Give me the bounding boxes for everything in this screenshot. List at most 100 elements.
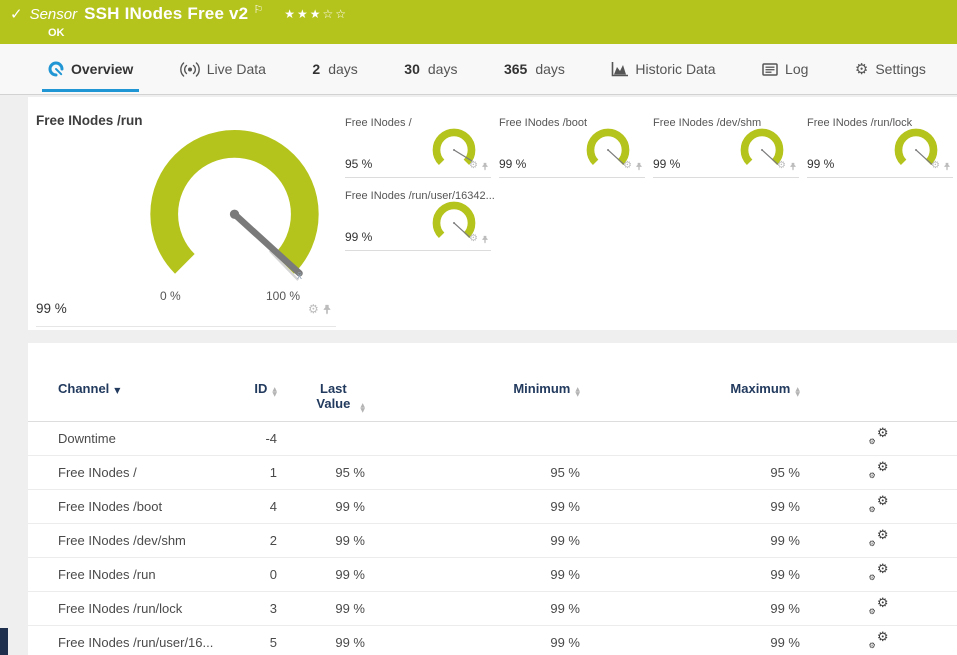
small-gauge-panel: Free INodes / 95 % ⚙ (345, 117, 491, 178)
tab-overview[interactable]: Overview (42, 44, 140, 94)
tab-log[interactable]: Log (756, 44, 814, 94)
channel-gear-icon[interactable]: ⚙ (623, 161, 632, 171)
channel-maximum: 95 % (580, 454, 800, 489)
channel-name[interactable]: Free INodes /dev/shm (28, 522, 233, 557)
tab-label: days (535, 61, 565, 77)
small-gauge-value: 99 % (807, 157, 835, 171)
tab-bar: Overview Live Data 2 days 30 days 365 da… (0, 44, 957, 95)
tab-historic-data[interactable]: Historic Data (605, 44, 721, 94)
channel-settings-icon[interactable]: ⚙ ⚙ (869, 494, 889, 514)
column-header-settings (800, 373, 957, 422)
pin-icon[interactable] (789, 162, 797, 171)
channel-settings-icon[interactable]: ⚙ ⚙ (869, 528, 889, 548)
table-row: Downtime -4 ⚙ ⚙ (28, 420, 957, 455)
channel-minimum: 99 % (365, 522, 580, 557)
tab-number: 2 (312, 61, 321, 77)
sort-icon: ▲ ▼ (575, 386, 580, 398)
channel-last-value: 99 % (277, 624, 365, 655)
tab-2-days[interactable]: 2 days (306, 44, 363, 94)
pin-icon[interactable] (635, 162, 643, 171)
channel-maximum: 99 % (580, 590, 800, 625)
tab-label: Log (785, 61, 809, 77)
sort-desc-icon: ▼ (114, 386, 121, 395)
column-header-minimum[interactable]: Minimum ▲ ▼ (365, 373, 580, 422)
live-icon (179, 61, 200, 77)
sensor-header: ✓ Sensor SSH INodes Free v2 ⚐ ★★★☆☆ OK (0, 0, 957, 44)
channel-minimum: 95 % (365, 454, 580, 489)
small-gauge-panel: Free INodes /run/lock 99 % ⚙ (807, 117, 953, 178)
column-header-last-value[interactable]: Last Value ▲ ▼ (277, 373, 365, 422)
channel-name[interactable]: Downtime (28, 420, 233, 455)
small-gauge-panel: Free INodes /dev/shm 99 % ⚙ (653, 117, 799, 178)
table-row: Free INodes /dev/shm 2 99 % 99 % 99 % ⚙ ⚙ (28, 522, 957, 557)
channel-minimum: 99 % (365, 624, 580, 655)
channel-gear-icon[interactable]: ⚙ (777, 161, 786, 171)
divider (36, 326, 336, 327)
channel-last-value: 99 % (277, 556, 365, 591)
pin-icon[interactable] (943, 162, 951, 171)
channel-maximum: 99 % (580, 624, 800, 655)
flag-icon[interactable]: ⚐ (253, 3, 263, 16)
gauge-scale-max: 100 % (266, 289, 301, 303)
gauge-scale-min: 0 % (160, 289, 181, 303)
tab-live-data[interactable]: Live Data (174, 44, 272, 94)
stars-filled: ★★★ (284, 7, 323, 21)
column-header-id[interactable]: ID ▲ ▼ (233, 373, 277, 422)
sort-icon: ▲ ▼ (795, 386, 800, 398)
channel-last-value (277, 420, 365, 455)
priority-stars[interactable]: ★★★☆☆ (284, 7, 348, 21)
channel-gear-icon[interactable]: ⚙ (469, 234, 478, 244)
sort-icon: ▲ ▼ (272, 386, 277, 398)
channel-settings-icon[interactable]: ⚙ ⚙ (869, 630, 889, 650)
pin-icon[interactable] (481, 162, 489, 171)
channel-name[interactable]: Free INodes /run/lock (28, 590, 233, 625)
gauges-card: Free INodes /run 0 % 100 % x̄ 99 % ⚙ Fre… (28, 97, 957, 330)
historic-icon (612, 61, 629, 76)
main-gauge-title: Free INodes /run (36, 113, 143, 128)
page-corner-strip (0, 628, 8, 655)
tab-label: Overview (71, 61, 134, 77)
table-row: Free INodes / 1 95 % 95 % 95 % ⚙ ⚙ (28, 454, 957, 489)
tab-number: 365 (503, 61, 528, 77)
channel-name[interactable]: Free INodes /run (28, 556, 233, 591)
channel-minimum: 99 % (365, 488, 580, 523)
object-kind-label: Sensor (29, 5, 78, 23)
sort-icon: ▲ ▼ (360, 402, 365, 414)
channel-name[interactable]: Free INodes / (28, 454, 233, 489)
channel-maximum: 99 % (580, 556, 800, 591)
column-header-maximum[interactable]: Maximum ▲ ▼ (580, 373, 800, 422)
tab-label: days (427, 61, 458, 77)
small-gauge-value: 99 % (345, 230, 373, 244)
channel-minimum: 99 % (365, 556, 580, 591)
table-row: Free INodes /run/lock 3 99 % 99 % 99 % ⚙… (28, 590, 957, 625)
channel-gear-icon[interactable]: ⚙ (469, 161, 478, 171)
channel-settings-icon[interactable]: ⚙ ⚙ (869, 596, 889, 616)
mean-marker: x̄ (297, 271, 302, 282)
gauge-icon (48, 61, 64, 77)
small-gauge-value: 99 % (653, 157, 681, 171)
channel-last-value: 99 % (277, 590, 365, 625)
channel-settings-icon[interactable]: ⚙ ⚙ (869, 426, 889, 446)
channel-settings-icon[interactable]: ⚙ ⚙ (869, 562, 889, 582)
main-gauge-panel: Free INodes /run 0 % 100 % x̄ 99 % ⚙ (28, 97, 340, 330)
channel-name[interactable]: Free INodes /run/user/16... (28, 624, 233, 655)
small-gauge-panel: Free INodes /boot 99 % ⚙ (499, 117, 645, 178)
column-header-channel[interactable]: Channel ▼ (28, 373, 233, 422)
tab-label: Settings (875, 61, 926, 77)
tab-365-days[interactable]: 365 days (498, 44, 571, 94)
channel-minimum: 99 % (365, 590, 580, 625)
channel-id: 1 (233, 454, 277, 489)
channel-gear-icon[interactable]: ⚙ (308, 303, 319, 315)
channel-maximum: 99 % (580, 488, 800, 523)
channel-gear-icon[interactable]: ⚙ (931, 161, 940, 171)
pin-icon[interactable] (322, 304, 332, 315)
channel-name[interactable]: Free INodes /boot (28, 488, 233, 523)
pin-icon[interactable] (481, 235, 489, 244)
channel-maximum (580, 420, 800, 455)
tab-label: Live Data (206, 61, 266, 77)
tab-30-days[interactable]: 30 days (398, 44, 463, 94)
status-ok-check-icon: ✓ (10, 5, 23, 23)
tab-settings[interactable]: ⚙ Settings (849, 44, 932, 94)
tab-label: Historic Data (635, 61, 716, 77)
channel-settings-icon[interactable]: ⚙ ⚙ (869, 460, 889, 480)
